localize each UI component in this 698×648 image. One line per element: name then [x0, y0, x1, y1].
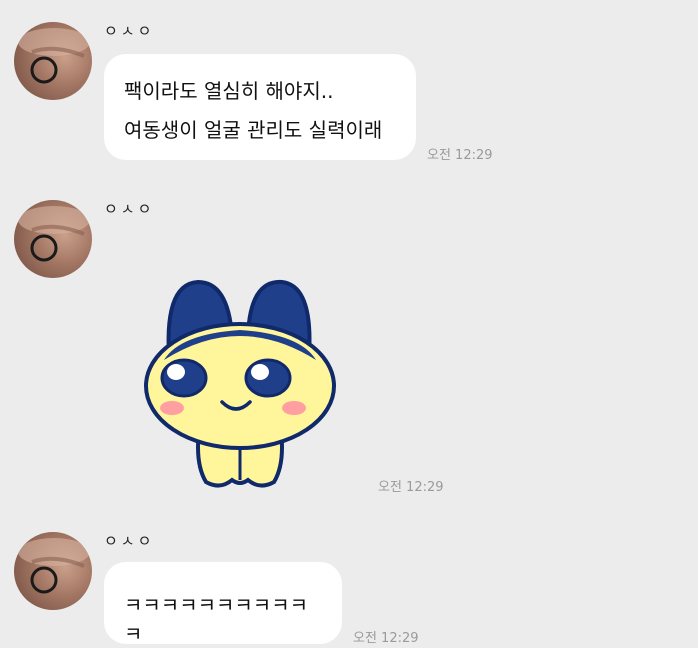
sender-name: ㅇㅅㅇ: [104, 200, 155, 218]
profile-photo-icon: [18, 28, 90, 84]
sender-name: ㅇㅅㅇ: [104, 22, 155, 40]
profile-photo-icon: [18, 206, 90, 262]
sender-avatar[interactable]: [14, 22, 92, 100]
message-time: 오전 12:29: [378, 480, 444, 495]
mametchi-character-sticker-icon[interactable]: [140, 276, 340, 490]
profile-photo-icon: [18, 538, 90, 594]
sender-name: ㅇㅅㅇ: [104, 532, 155, 550]
sender-avatar[interactable]: [14, 532, 92, 610]
message-time: 오전 12:29: [427, 148, 493, 163]
chat-bubble[interactable]: ㅋㅋㅋㅋㅋㅋㅋㅋㅋㅋㅋ: [104, 562, 342, 646]
message-text: 팩이라도 열심히 해야지..: [124, 79, 334, 103]
message-time: 오전 12:29: [353, 631, 419, 646]
message-text: ㅋㅋㅋㅋㅋㅋㅋㅋㅋㅋㅋ: [124, 593, 308, 646]
message-text: 여동생이 얼굴 관리도 실력이래: [124, 118, 383, 142]
chat-bubble[interactable]: 팩이라도 열심히 해야지.. 여동생이 얼굴 관리도 실력이래: [104, 54, 416, 160]
sender-avatar[interactable]: [14, 200, 92, 278]
